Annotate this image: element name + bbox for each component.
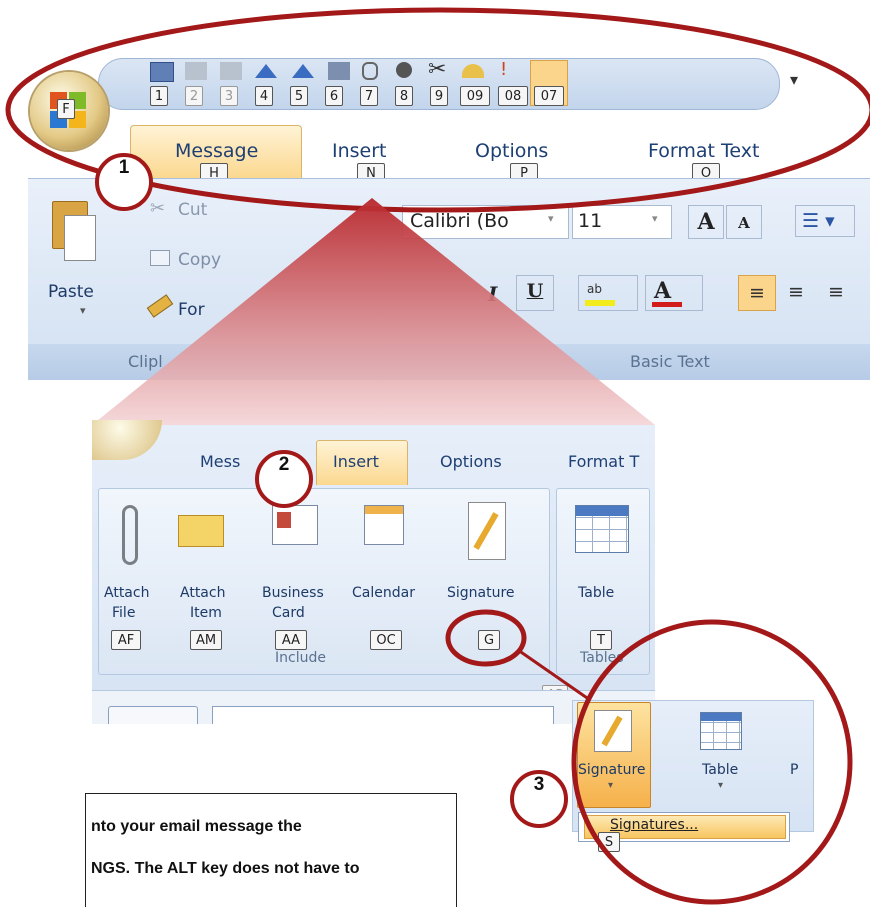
- instruction-note-box: nto your email message the NGS. The ALT …: [85, 793, 457, 907]
- note-line-2: NGS. The ALT key does not have to: [91, 860, 360, 877]
- signature-menu-ring: [571, 619, 853, 905]
- callout-3: 3: [510, 770, 568, 828]
- note-line-1: nto your email message the: [91, 818, 302, 835]
